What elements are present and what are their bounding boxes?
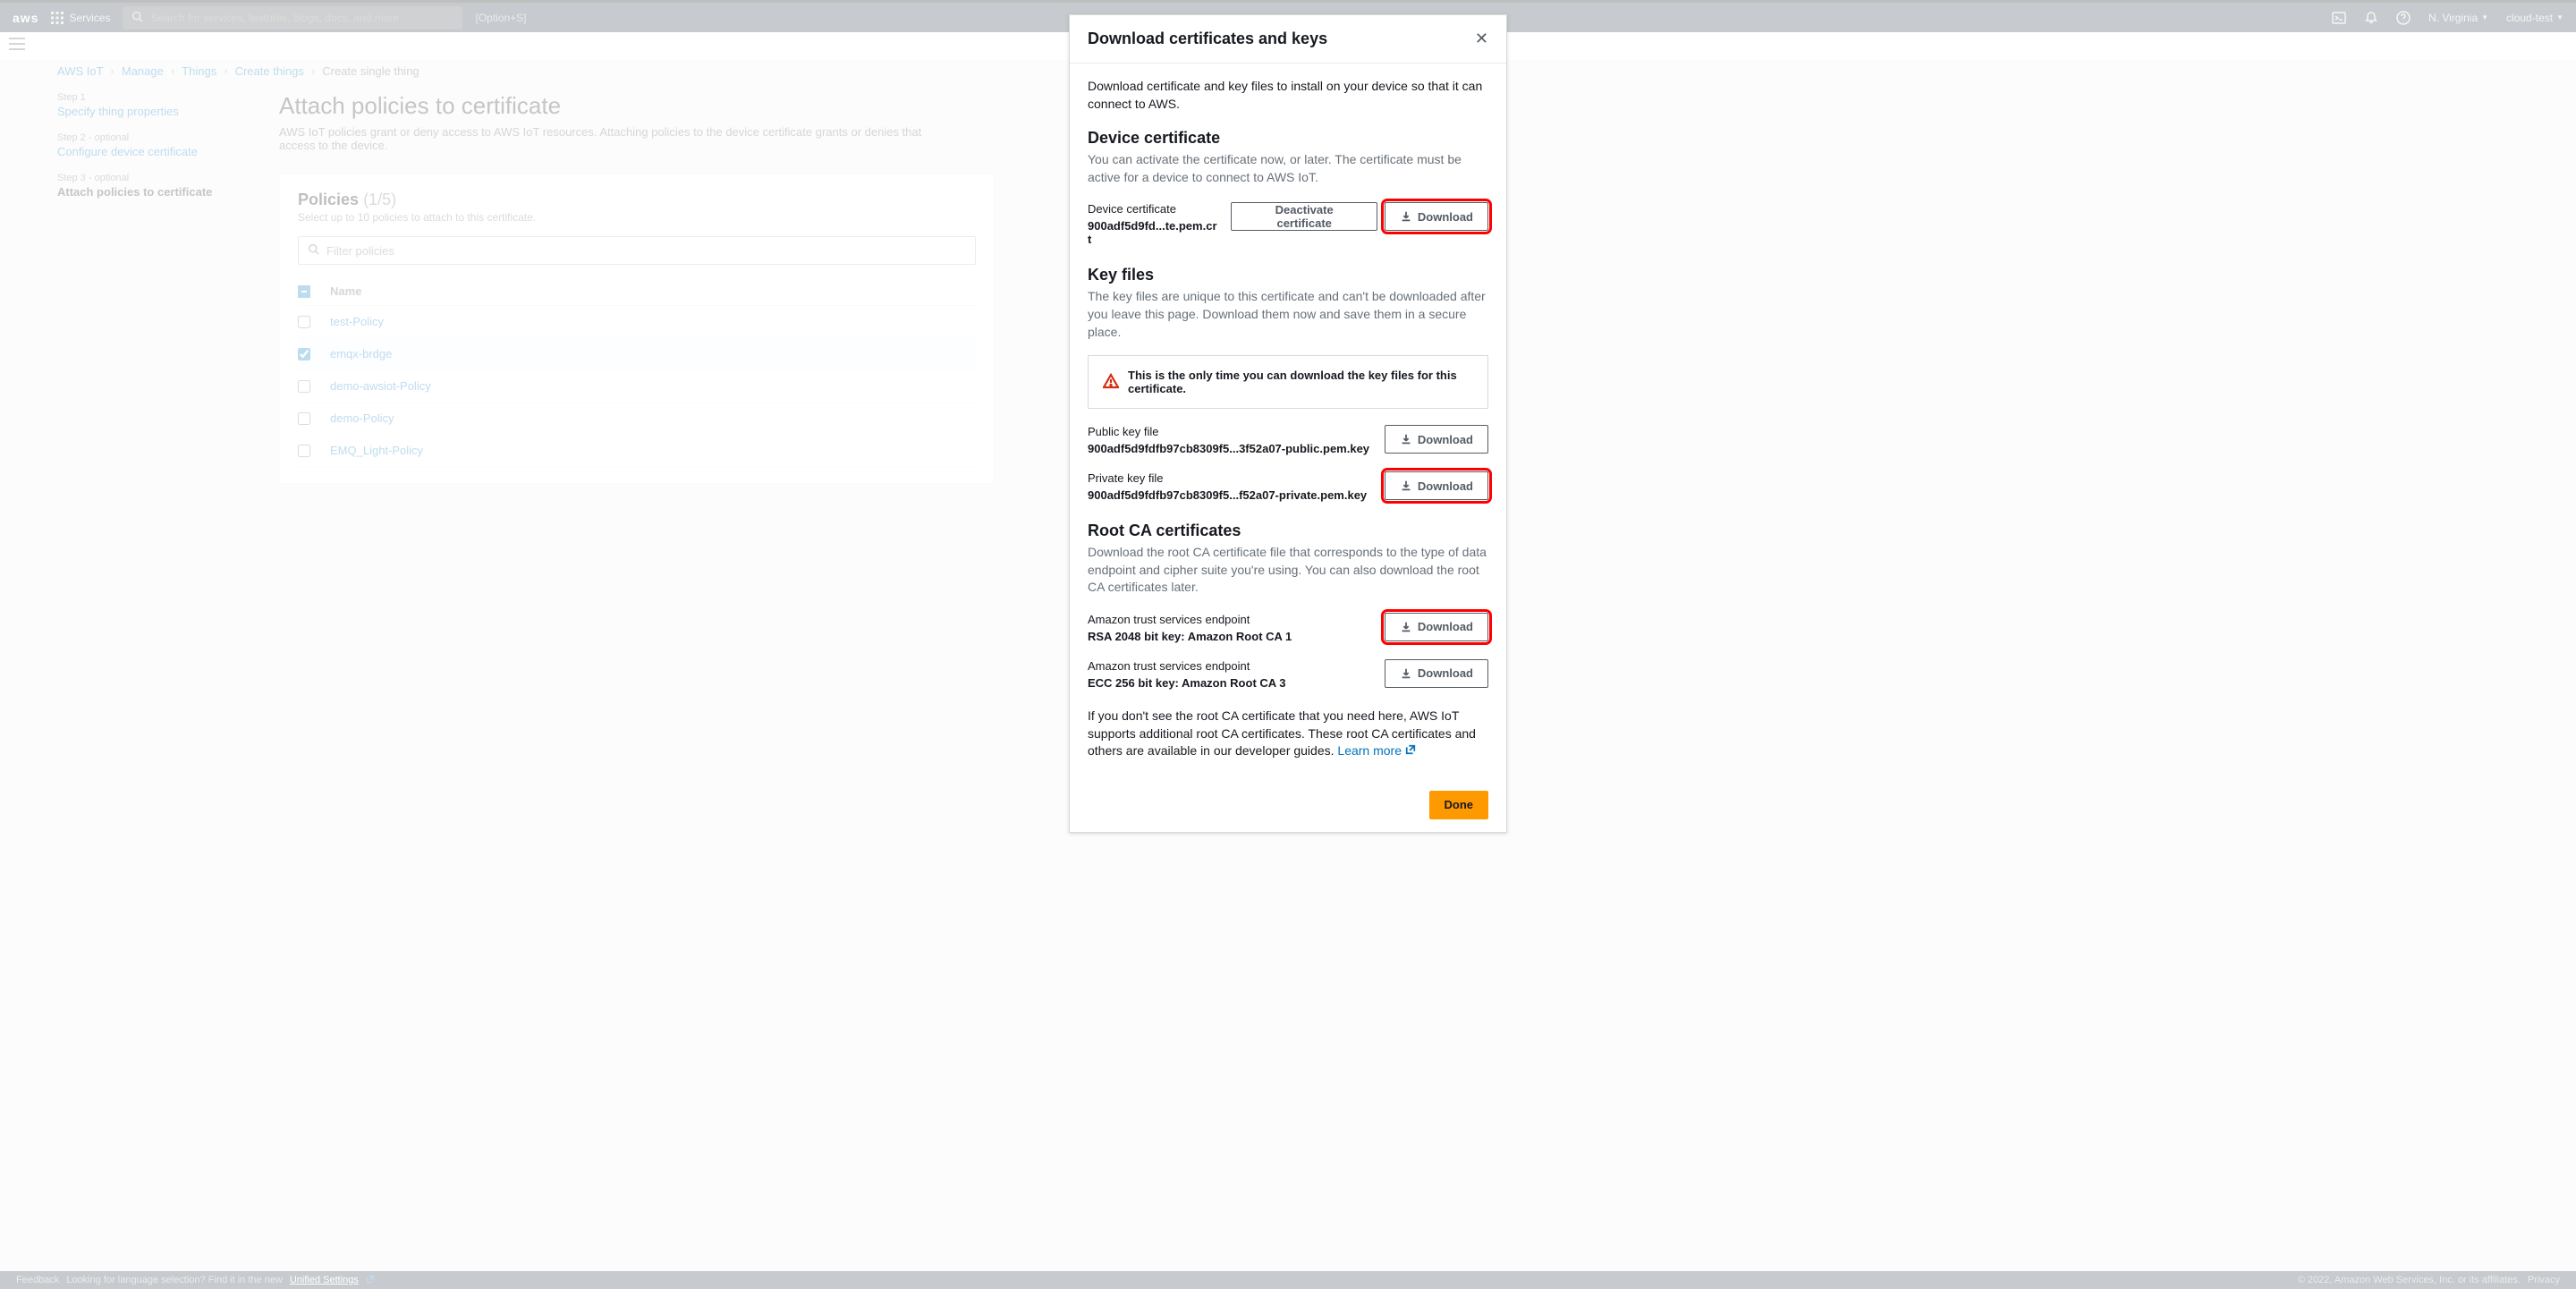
download-public-key-button[interactable]: Download (1385, 425, 1488, 454)
close-icon[interactable]: ✕ (1475, 30, 1488, 48)
external-link-icon (1405, 742, 1416, 760)
private-key-filename: 900adf5d9fdfb97cb8309f5...f52a07-private… (1088, 488, 1367, 502)
modal-body: Download certificate and key files to in… (1070, 64, 1506, 778)
deactivate-cert-button[interactable]: Deactivate certificate (1231, 202, 1377, 231)
warning-icon (1103, 373, 1119, 392)
download-icon (1400, 433, 1412, 445)
public-key-label: Public key file (1088, 425, 1369, 438)
download-ecc-root-ca-button[interactable]: Download (1385, 659, 1488, 688)
download-rsa-root-ca-button[interactable]: Download (1385, 613, 1488, 641)
device-cert-filename: 900adf5d9fd...te.pem.crt (1088, 219, 1220, 246)
section-key-files-sub: The key files are unique to this certifi… (1088, 288, 1488, 341)
rsa-root-ca-name: RSA 2048 bit key: Amazon Root CA 1 (1088, 630, 1292, 643)
download-icon (1400, 210, 1412, 223)
section-device-cert-sub: You can activate the certificate now, or… (1088, 151, 1488, 186)
public-key-filename: 900adf5d9fdfb97cb8309f5...3f52a07-public… (1088, 442, 1369, 455)
device-cert-label: Device certificate (1088, 202, 1220, 216)
download-icon (1400, 667, 1412, 680)
ecc-endpoint-label: Amazon trust services endpoint (1088, 659, 1286, 673)
root-ca-note: If you don't see the root CA certificate… (1088, 708, 1488, 760)
key-warning-text: This is the only time you can download t… (1128, 369, 1473, 395)
key-warning: This is the only time you can download t… (1088, 355, 1488, 409)
modal-footer: Done (1070, 778, 1506, 832)
download-icon (1400, 621, 1412, 633)
section-key-files: Key files (1088, 266, 1488, 284)
download-certs-modal: Download certificates and keys ✕ Downloa… (1069, 14, 1507, 833)
learn-more-link[interactable]: Learn more (1337, 742, 1416, 760)
download-device-cert-button[interactable]: Download (1385, 202, 1488, 231)
rsa-endpoint-label: Amazon trust services endpoint (1088, 613, 1292, 626)
section-root-ca: Root CA certificates (1088, 522, 1488, 540)
download-icon (1400, 479, 1412, 492)
section-device-cert: Device certificate (1088, 129, 1488, 148)
section-root-ca-sub: Download the root CA certificate file th… (1088, 544, 1488, 597)
ecc-root-ca-name: ECC 256 bit key: Amazon Root CA 3 (1088, 676, 1286, 690)
modal-intro: Download certificate and key files to in… (1088, 78, 1488, 113)
modal-title: Download certificates and keys (1088, 30, 1475, 48)
modal-header: Download certificates and keys ✕ (1070, 15, 1506, 64)
private-key-label: Private key file (1088, 471, 1367, 485)
done-button[interactable]: Done (1429, 791, 1489, 819)
download-private-key-button[interactable]: Download (1385, 471, 1488, 500)
